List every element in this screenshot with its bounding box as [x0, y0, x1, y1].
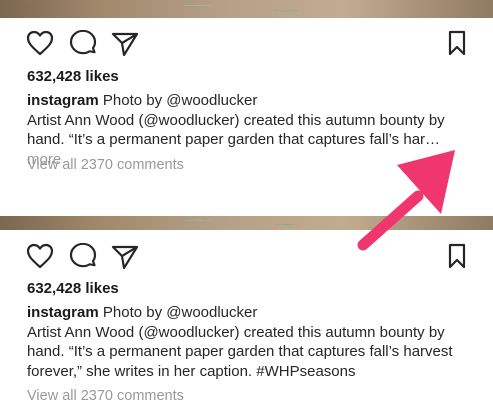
- post-1: 632,428 likes instagram Photo by @woodlu…: [0, 0, 493, 205]
- likes-count[interactable]: 632,428 likes: [27, 280, 119, 297]
- view-all-comments-link[interactable]: View all 2370 comments: [27, 388, 184, 404]
- caption-line-3: forever,” she writes in her caption. #WH…: [27, 362, 356, 380]
- view-all-comments-link[interactable]: View all 2370 comments: [27, 157, 184, 173]
- caption-line-2-text: hand. “It’s a permanent paper garden tha…: [27, 131, 441, 148]
- post-image-strip: [0, 216, 493, 230]
- post-2: 632,428 likes instagram Photo by @woodlu…: [0, 230, 493, 411]
- mention-link[interactable]: @woodlucker: [166, 304, 257, 321]
- username-link[interactable]: instagram: [27, 92, 99, 109]
- caption-line-1: Artist Ann Wood (@woodlucker) created th…: [27, 323, 445, 341]
- caption-lead: Photo by: [102, 304, 167, 321]
- caption: instagram Photo by @woodlucker Artist An…: [27, 303, 472, 381]
- caption-header: instagram Photo by @woodlucker: [27, 303, 472, 323]
- caption-line-1: Artist Ann Wood (@woodlucker) created th…: [27, 111, 445, 129]
- caption-header: instagram Photo by @woodlucker: [27, 91, 472, 111]
- send-icon[interactable]: [111, 244, 139, 270]
- caption-line-2: hand. “It’s a permanent paper garden tha…: [27, 343, 453, 360]
- send-icon[interactable]: [111, 31, 139, 57]
- comment-icon[interactable]: [69, 30, 97, 56]
- heart-icon[interactable]: [26, 30, 54, 56]
- mention-link[interactable]: @woodlucker: [166, 92, 257, 109]
- bookmark-icon[interactable]: [447, 30, 467, 56]
- username-link[interactable]: instagram: [27, 304, 99, 321]
- bookmark-icon[interactable]: [447, 243, 467, 269]
- heart-icon[interactable]: [26, 243, 54, 269]
- caption-lead: Photo by: [102, 92, 167, 109]
- likes-count[interactable]: 632,428 likes: [27, 68, 119, 85]
- action-bar: [0, 30, 493, 60]
- comment-icon[interactable]: [69, 243, 97, 269]
- action-bar: [0, 243, 493, 273]
